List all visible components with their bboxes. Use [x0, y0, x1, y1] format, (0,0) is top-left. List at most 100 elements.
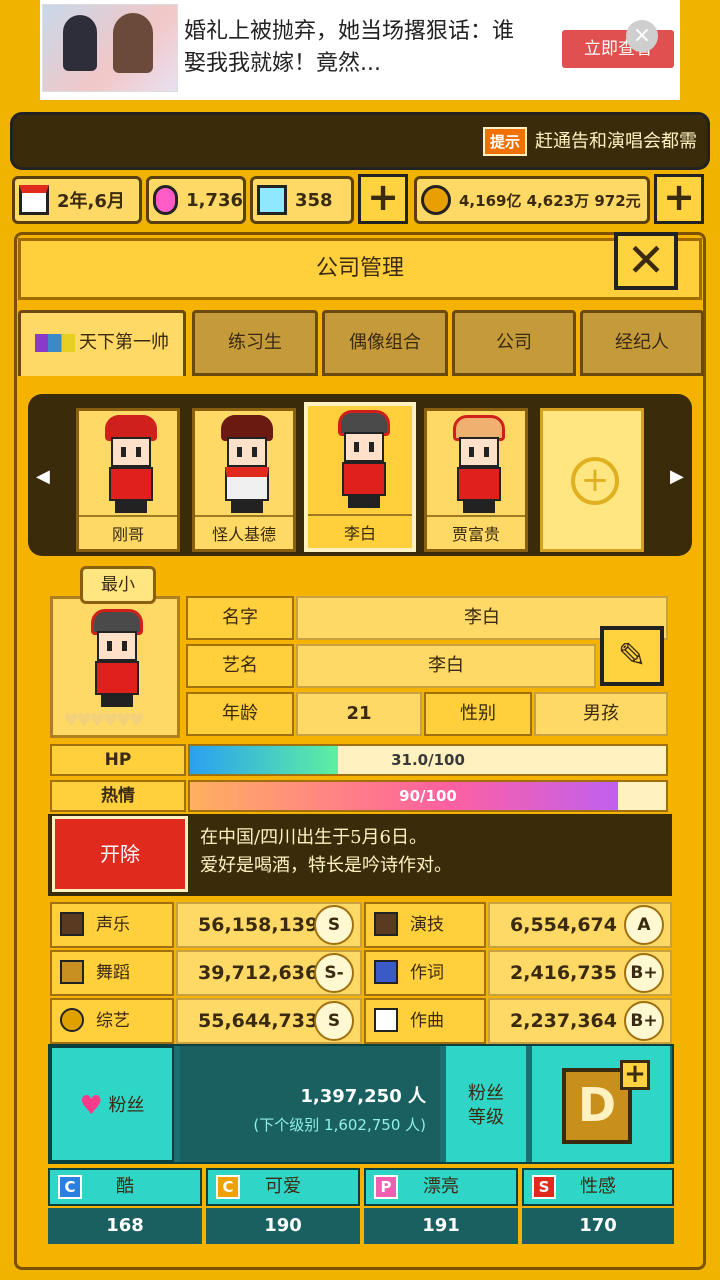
pretty-icon: P	[374, 1175, 398, 1199]
member-card[interactable]: 贾富贵	[424, 408, 528, 552]
stat-lyrics-grade: B+	[624, 953, 664, 993]
fans-label: ♥ 粉丝	[50, 1046, 174, 1162]
ad-thumbnail[interactable]	[42, 4, 178, 92]
character-sprite	[217, 415, 277, 515]
scroll-right-icon[interactable]: ▶	[670, 466, 684, 487]
tab-idol-groups[interactable]: 偶像组合	[322, 310, 448, 376]
camera-icon	[374, 911, 398, 936]
gender-value: 男孩	[534, 692, 668, 736]
member-name: 李白	[308, 514, 412, 544]
date-value: 2年,6月	[57, 191, 125, 212]
trait-label: 性感	[580, 1176, 616, 1197]
buy-diamonds-button[interactable]: +	[358, 174, 408, 224]
diamonds-display: 358	[250, 176, 354, 224]
fire-button[interactable]: 开除	[52, 816, 188, 892]
hp-value: 31.0/100	[391, 751, 465, 769]
fans-label-text: 粉丝	[108, 1095, 145, 1116]
trait-pretty-value: 191	[364, 1208, 518, 1244]
name-label: 名字	[186, 596, 294, 640]
tab-agents[interactable]: 经纪人	[580, 310, 704, 376]
trait-label: 漂亮	[423, 1176, 459, 1197]
stage-name-label: 艺名	[186, 644, 294, 688]
coin-icon	[421, 185, 451, 215]
stat-label: 演技	[410, 915, 444, 935]
piano-icon	[374, 1007, 398, 1032]
scroll-left-icon[interactable]: ◀	[36, 466, 50, 487]
stat-label: 综艺	[96, 1011, 130, 1031]
close-button[interactable]: ✕	[614, 232, 678, 290]
stat-acting-label: 演技	[364, 902, 486, 948]
member-card-selected[interactable]: 李白	[304, 402, 416, 552]
hp-label: HP	[50, 744, 186, 776]
stat-label: 舞蹈	[96, 963, 130, 983]
tab-trainees[interactable]: 练习生	[192, 310, 318, 376]
smile-icon	[60, 1007, 84, 1032]
calendar-icon	[19, 185, 49, 215]
stage-name-value: 李白	[296, 644, 596, 688]
trait-sexy-value: 170	[522, 1208, 674, 1244]
trait-cool-value: 168	[48, 1208, 202, 1244]
diamond-icon	[257, 185, 287, 215]
stat-vocal-label: 声乐	[50, 902, 174, 948]
trait-cute-label: C 可爱	[206, 1168, 360, 1206]
character-sprite	[101, 415, 161, 515]
gender-label: 性别	[424, 692, 532, 736]
member-card[interactable]: 刚哥	[76, 408, 180, 552]
ad-text[interactable]: 婚礼上被抛弃，她当场撂狠话：谁娶我我就嫁！竟然...	[184, 16, 514, 80]
passion-label: 热情	[50, 780, 186, 812]
stat-variety-label: 综艺	[50, 998, 174, 1044]
age-value: 21	[296, 692, 422, 736]
fans-count-value: 1,397,250 人	[300, 1086, 426, 1107]
stat-dance-label: 舞蹈	[50, 950, 174, 996]
stat-composing-grade: B+	[624, 1001, 664, 1041]
hint-text: 提示 赶通告和演唱会都需	[482, 127, 697, 156]
fans-count: 1,397,250 人 (下个级别 1,602,750 人)	[180, 1046, 440, 1162]
pen-icon	[374, 959, 398, 984]
trait-cute-value: 190	[206, 1208, 360, 1244]
stat-label: 作曲	[410, 1011, 444, 1031]
character-sprite	[334, 410, 394, 510]
heart-icon: ♥	[79, 1091, 103, 1121]
ad-banner[interactable]: 婚礼上被抛弃，她当场撂狠话：谁娶我我就嫁！竟然... 立即查看 ×	[40, 0, 680, 100]
stat-acting-grade: A	[624, 905, 664, 945]
cute-icon: C	[216, 1175, 240, 1199]
add-member-card[interactable]: +	[540, 408, 644, 552]
hp-bar: 31.0/100	[188, 744, 668, 776]
tab-company[interactable]: 公司	[452, 310, 576, 376]
buy-money-button[interactable]: +	[654, 174, 704, 224]
member-card[interactable]: 怪人基德	[192, 408, 296, 552]
panel-title: 公司管理	[315, 256, 404, 281]
fans-level-label: 粉丝等级	[446, 1046, 526, 1162]
fans-next-level: (下个级别 1,602,750 人)	[253, 1116, 426, 1134]
edit-name-button[interactable]: ✎	[600, 626, 664, 686]
diamonds-value: 358	[295, 189, 333, 211]
hint-bar: 提示 赶通告和演唱会都需	[10, 112, 710, 170]
tab-group[interactable]: 天下第一帅	[18, 310, 186, 376]
hint-message: 赶通告和演唱会都需	[535, 131, 697, 152]
hint-badge: 提示	[482, 127, 527, 156]
money-display: 4,169亿 4,623万 972元	[414, 176, 650, 224]
passion-value: 90/100	[399, 787, 457, 805]
stat-label: 声乐	[96, 915, 130, 935]
trait-label: 酷	[116, 1176, 134, 1197]
hearts-rating: ♥♥♥♥♥♥	[63, 710, 145, 731]
add-icon: +	[571, 457, 619, 505]
stat-variety-grade: S	[314, 1001, 354, 1041]
character-sprite	[449, 415, 509, 515]
microphone-icon	[60, 911, 84, 936]
trait-cool-label: C酷	[48, 1168, 202, 1206]
stat-dance-grade: S-	[314, 953, 354, 993]
bio-line: 爱好是喝酒，特长是吟诗作对。	[200, 855, 452, 876]
stat-lyrics-label: 作词	[364, 950, 486, 996]
trait-label: 可爱	[265, 1176, 301, 1197]
sexy-icon: S	[532, 1175, 556, 1199]
plus-icon: +	[620, 1060, 650, 1090]
ad-close-icon[interactable]: ×	[626, 20, 658, 52]
fans-level-badge[interactable]: D +	[532, 1046, 670, 1162]
stat-label: 作词	[410, 963, 444, 983]
portrait-sprite	[87, 609, 147, 709]
member-name: 怪人基德	[195, 515, 293, 545]
cool-icon: C	[58, 1175, 82, 1199]
gem-icon	[153, 185, 179, 215]
trait-sexy-label: S 性感	[522, 1168, 674, 1206]
